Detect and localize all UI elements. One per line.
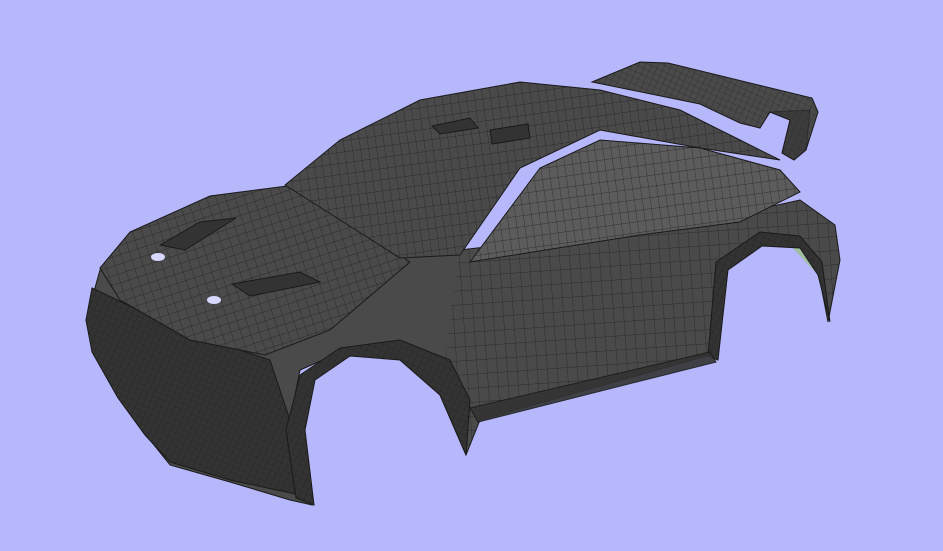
3d-viewport[interactable] [0,0,943,551]
car-body-mesh-render [0,0,943,551]
